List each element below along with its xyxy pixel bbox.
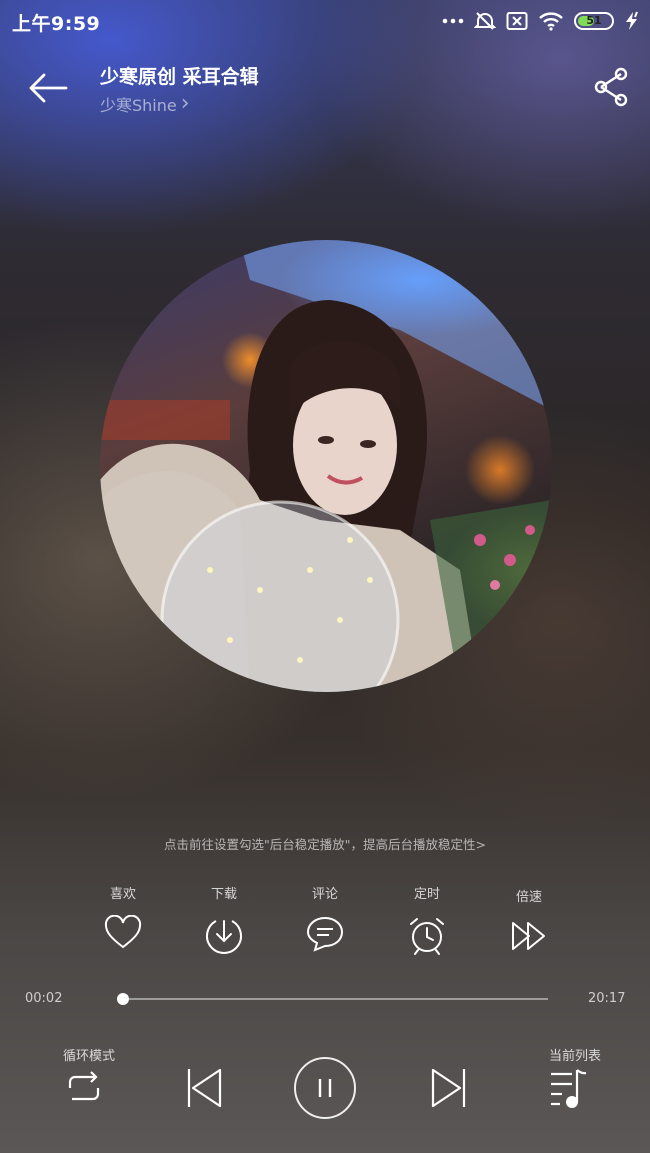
loop-mode-label: 循环模式 bbox=[63, 1049, 116, 1064]
battery-icon: 51 bbox=[574, 12, 614, 30]
comment-label: 评论 bbox=[311, 887, 338, 902]
speed-icon bbox=[512, 922, 545, 950]
speed-button[interactable]: 倍速 bbox=[484, 886, 574, 954]
repeat-icon[interactable] bbox=[64, 1068, 104, 1108]
more-dots-icon bbox=[442, 18, 464, 24]
progress-thumb[interactable] bbox=[116, 993, 129, 1005]
artist-name: 少寒Shine bbox=[100, 96, 177, 115]
playlist-label: 当前列表 bbox=[549, 1049, 602, 1064]
previous-icon[interactable] bbox=[185, 1066, 225, 1110]
like-label: 喜欢 bbox=[109, 887, 136, 902]
comment-button[interactable]: 评论 bbox=[280, 883, 370, 953]
timer-button[interactable]: 定时 bbox=[382, 883, 472, 955]
alarm-off-icon bbox=[474, 12, 496, 30]
share-icon[interactable] bbox=[592, 66, 630, 108]
sim-x-icon bbox=[506, 12, 528, 30]
playlist-icon[interactable] bbox=[548, 1066, 590, 1110]
pause-button[interactable] bbox=[294, 1057, 356, 1119]
album-cover[interactable] bbox=[100, 240, 552, 692]
progress-bar[interactable] bbox=[116, 993, 548, 1005]
cover-illustration bbox=[100, 240, 552, 692]
charging-icon bbox=[626, 11, 638, 30]
wifi-icon bbox=[539, 12, 563, 31]
download-button[interactable]: 下载 bbox=[179, 883, 269, 955]
timer-label: 定时 bbox=[413, 887, 440, 902]
current-time: 00:02 bbox=[25, 991, 63, 1006]
background-play-tip[interactable]: 点击前往设置勾选"后台稳定播放"，提高后台播放稳定性> bbox=[0, 834, 650, 853]
download-icon bbox=[206, 920, 242, 954]
artist-link[interactable]: 少寒Shine › bbox=[100, 92, 190, 116]
alarm-clock-icon bbox=[410, 918, 444, 955]
like-button[interactable]: 喜欢 bbox=[78, 883, 168, 951]
battery-level: 51 bbox=[586, 14, 602, 27]
speed-label: 倍速 bbox=[515, 890, 542, 905]
status-bar: 上午9:59 51 bbox=[0, 0, 650, 42]
pause-icon bbox=[318, 1079, 332, 1097]
status-icons: 51 bbox=[442, 9, 640, 33]
total-time: 20:17 bbox=[588, 991, 626, 1006]
chevron-right-icon: › bbox=[180, 91, 190, 116]
heart-icon bbox=[104, 915, 142, 949]
comment-icon bbox=[306, 916, 344, 952]
status-time: 上午9:59 bbox=[12, 13, 101, 35]
next-icon[interactable] bbox=[428, 1066, 468, 1110]
download-label: 下载 bbox=[210, 887, 237, 902]
back-arrow-icon[interactable] bbox=[28, 72, 68, 104]
album-title: 少寒原创 采耳合辑 bbox=[100, 66, 259, 88]
